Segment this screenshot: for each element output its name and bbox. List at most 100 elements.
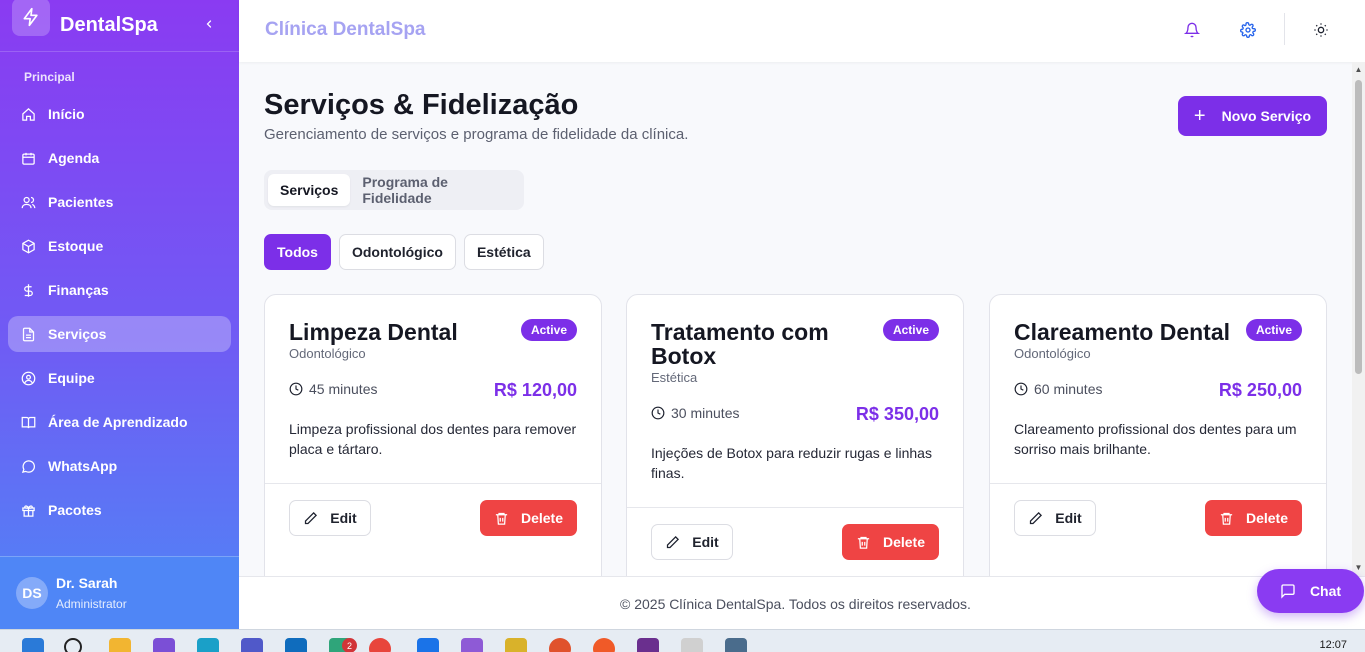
user-profile[interactable]: DS Dr. Sarah Administrator — [0, 556, 239, 629]
sidebar-item-financas[interactable]: Finanças — [8, 272, 231, 308]
scroll-up-icon[interactable]: ▲ — [1354, 65, 1363, 74]
app-icon[interactable] — [593, 638, 615, 652]
duration-text: 60 minutes — [1034, 381, 1103, 397]
duration-text: 30 minutes — [671, 405, 740, 421]
chevron-left-icon[interactable] — [199, 14, 219, 34]
sidebar-item-inicio[interactable]: Início — [8, 96, 231, 132]
delete-button[interactable]: Delete — [480, 500, 577, 536]
service-card: Limpeza Dental Odontológico Active 45 mi… — [264, 294, 602, 576]
sidebar-item-label: Área de Aprendizado — [48, 414, 188, 430]
delete-button[interactable]: Delete — [1205, 500, 1302, 536]
sidebar-section-label: Principal — [24, 70, 75, 84]
service-duration: 60 minutes — [1014, 381, 1102, 397]
calendar-app-icon[interactable] — [417, 638, 439, 652]
whatsapp-icon — [20, 458, 36, 474]
card-divider — [265, 483, 601, 484]
windows-start-icon[interactable] — [22, 638, 44, 652]
header-title: Clínica DentalSpa — [265, 19, 426, 40]
scroll-down-icon[interactable]: ▼ — [1354, 563, 1363, 572]
main-content: Serviços & Fidelização Gerenciamento de … — [239, 62, 1352, 576]
chrome-icon[interactable] — [369, 638, 391, 652]
taskbar-clock[interactable]: 12:07 — [1319, 639, 1347, 651]
search-icon[interactable] — [64, 638, 82, 652]
sidebar-item-label: Equipe — [48, 370, 95, 386]
trash-icon — [1220, 512, 1233, 525]
sun-icon[interactable] — [1308, 17, 1334, 43]
app-icon[interactable] — [549, 638, 571, 652]
filter-estetica[interactable]: Estética — [463, 234, 544, 270]
sidebar-item-pacientes[interactable]: Pacientes — [8, 184, 231, 220]
tab-fidelidade[interactable]: Programa de Fidelidade — [350, 174, 520, 206]
status-badge: Active — [520, 319, 577, 341]
delete-button[interactable]: Delete — [842, 524, 939, 560]
copilot-icon[interactable] — [153, 638, 175, 652]
status-badge: Active — [882, 319, 939, 341]
edit-button[interactable]: Edit — [1014, 500, 1096, 536]
service-price: R$ 350,00 — [855, 404, 939, 424]
service-duration: 30 minutes — [651, 405, 739, 421]
sidebar-item-label: Início — [48, 106, 85, 122]
edge-icon[interactable] — [197, 638, 219, 652]
filter-todos[interactable]: Todos — [264, 234, 331, 270]
notepad-icon[interactable] — [681, 638, 703, 652]
service-card: Clareamento Dental Odontológico Active 6… — [989, 294, 1327, 576]
chat-button[interactable]: Chat — [1257, 569, 1364, 613]
brand-name: DentalSpa — [60, 14, 158, 36]
visual-studio-icon[interactable] — [461, 638, 483, 652]
filter-odontologico[interactable]: Odontológico — [338, 234, 456, 270]
app-icon[interactable] — [505, 638, 527, 652]
page-subtitle: Gerenciamento de serviços e programa de … — [264, 126, 689, 143]
file-explorer-icon[interactable] — [109, 638, 131, 652]
clock-icon — [1014, 382, 1028, 396]
chat-label: Chat — [1309, 583, 1342, 599]
edit-label: Edit — [330, 510, 357, 526]
bell-icon[interactable] — [1179, 17, 1205, 43]
footer-text: © 2025 Clínica DentalSpa. Todos os direi… — [620, 596, 971, 612]
notification-badge: 2 — [342, 638, 357, 652]
sidebar-item-label: Serviços — [48, 326, 107, 342]
sidebar-item-agenda[interactable]: Agenda — [8, 140, 231, 176]
sidebar-item-aprendizado[interactable]: Área de Aprendizado — [8, 404, 231, 440]
card-divider — [627, 507, 963, 508]
user-name: Dr. Sarah — [56, 575, 118, 591]
service-card: Tratamento com Botox Estética Active 30 … — [626, 294, 964, 576]
sidebar-item-equipe[interactable]: Equipe — [8, 360, 231, 396]
sidebar-item-whatsapp[interactable]: WhatsApp — [8, 448, 231, 484]
outlook-icon[interactable] — [285, 638, 307, 652]
category-filters: Todos Odontológico Estética — [264, 234, 552, 270]
page-title: Serviços & Fidelização — [264, 89, 579, 121]
top-header: Clínica DentalSpa — [239, 0, 1365, 62]
gear-icon[interactable] — [1235, 17, 1261, 43]
tab-servicos[interactable]: Serviços — [268, 174, 351, 206]
app-icon[interactable] — [637, 638, 659, 652]
gift-icon — [20, 502, 36, 518]
new-service-button[interactable]: + Novo Serviço — [1178, 96, 1327, 136]
users-icon — [20, 194, 36, 210]
calculator-icon[interactable] — [725, 638, 747, 652]
sidebar-item-label: Finanças — [48, 282, 109, 298]
sidebar-item-label: WhatsApp — [48, 458, 118, 474]
edit-button[interactable]: Edit — [289, 500, 371, 536]
edit-button[interactable]: Edit — [651, 524, 733, 560]
home-icon — [20, 106, 36, 122]
delete-label: Delete — [1245, 510, 1289, 526]
sidebar-item-estoque[interactable]: Estoque — [8, 228, 231, 264]
clock-icon — [289, 382, 303, 396]
service-price: R$ 250,00 — [1218, 380, 1302, 400]
main-scrollbar[interactable]: ▲ ▼ — [1352, 62, 1365, 576]
sidebar: DentalSpa Principal Início Agenda Pacien… — [0, 0, 239, 629]
duration-text: 45 minutes — [309, 381, 378, 397]
new-service-label: Novo Serviço — [1221, 108, 1312, 124]
status-badge: Active — [1245, 319, 1302, 341]
edit-label: Edit — [692, 534, 719, 550]
sidebar-item-servicos[interactable]: Serviços — [8, 316, 231, 352]
service-category: Odontológico — [1014, 346, 1091, 361]
service-category: Estética — [651, 370, 698, 385]
teams-icon[interactable] — [241, 638, 263, 652]
scroll-thumb[interactable] — [1355, 80, 1362, 374]
calendar-icon — [20, 150, 36, 166]
service-category: Odontológico — [289, 346, 366, 361]
sidebar-item-pacotes[interactable]: Pacotes — [8, 492, 231, 528]
sidebar-item-label: Pacotes — [48, 502, 102, 518]
service-description: Injeções de Botox para reduzir rugas e l… — [651, 445, 932, 481]
